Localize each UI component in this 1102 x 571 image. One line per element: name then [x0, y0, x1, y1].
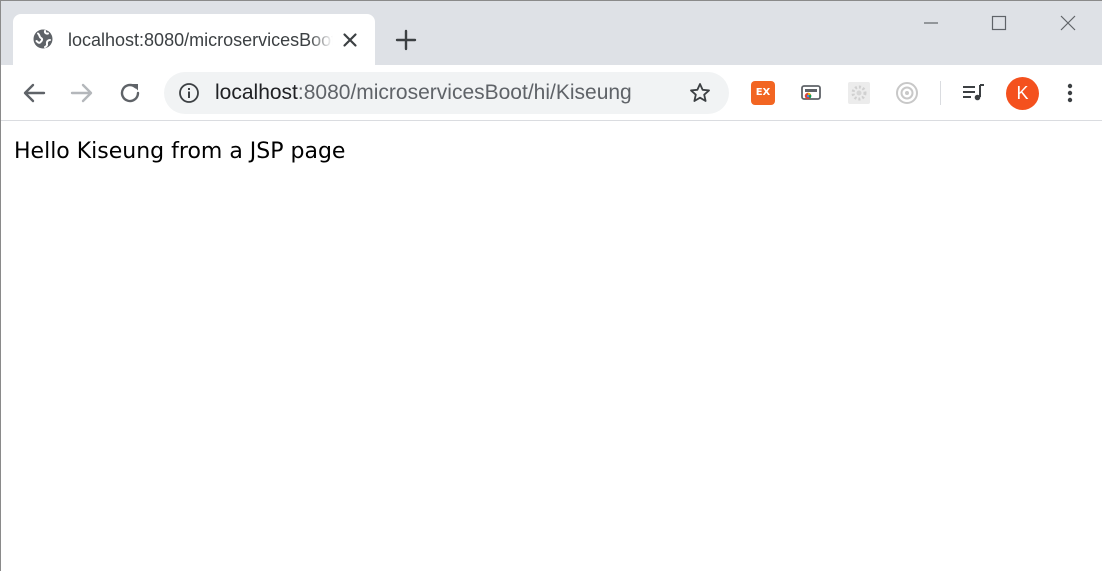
- back-arrow-icon[interactable]: [18, 77, 50, 109]
- info-icon[interactable]: [178, 82, 200, 104]
- new-tab-plus-icon[interactable]: [391, 25, 421, 55]
- page-content: Hello Kiseung from a JSP page: [1, 121, 1102, 571]
- forward-arrow-icon[interactable]: [66, 77, 98, 109]
- window-close-icon[interactable]: [1046, 7, 1090, 39]
- cast-extension-icon[interactable]: [799, 81, 823, 105]
- maximize-icon[interactable]: [977, 7, 1021, 39]
- tab-strip: localhost:8080/microservicesBoot/hi/Kise…: [1, 1, 1102, 65]
- more-menu-icon[interactable]: [1058, 81, 1082, 105]
- toolbar-separator: [940, 81, 941, 105]
- active-tab[interactable]: localhost:8080/microservicesBoot/hi/Kise…: [13, 14, 375, 65]
- browser-toolbar: localhost:8080/microservicesBoot/hi/Kise…: [1, 65, 1102, 121]
- profile-avatar[interactable]: K: [1006, 77, 1039, 110]
- target-extension-icon[interactable]: [895, 81, 919, 105]
- browser-window: localhost:8080/microservicesBoot/hi/Kise…: [0, 0, 1102, 571]
- globe-icon: [32, 28, 54, 50]
- greeting-text: Hello Kiseung from a JSP page: [14, 139, 346, 164]
- url-text[interactable]: localhost:8080/microservicesBoot/hi/Kise…: [215, 81, 632, 105]
- bookmark-star-icon[interactable]: [688, 81, 712, 105]
- minimize-icon[interactable]: [909, 7, 953, 39]
- tab-title: localhost:8080/microservicesBoot/hi/Kise…: [68, 28, 333, 52]
- media-control-icon[interactable]: [961, 81, 985, 105]
- url-host: localhost: [215, 81, 298, 104]
- gear-extension-icon[interactable]: [847, 81, 871, 105]
- tab-close-icon[interactable]: [338, 28, 362, 52]
- ex-extension-icon[interactable]: EX: [751, 81, 775, 105]
- url-path: :8080/microservicesBoot/hi/Kiseung: [297, 81, 632, 104]
- reload-icon[interactable]: [114, 77, 146, 109]
- address-bar[interactable]: localhost:8080/microservicesBoot/hi/Kise…: [164, 72, 729, 114]
